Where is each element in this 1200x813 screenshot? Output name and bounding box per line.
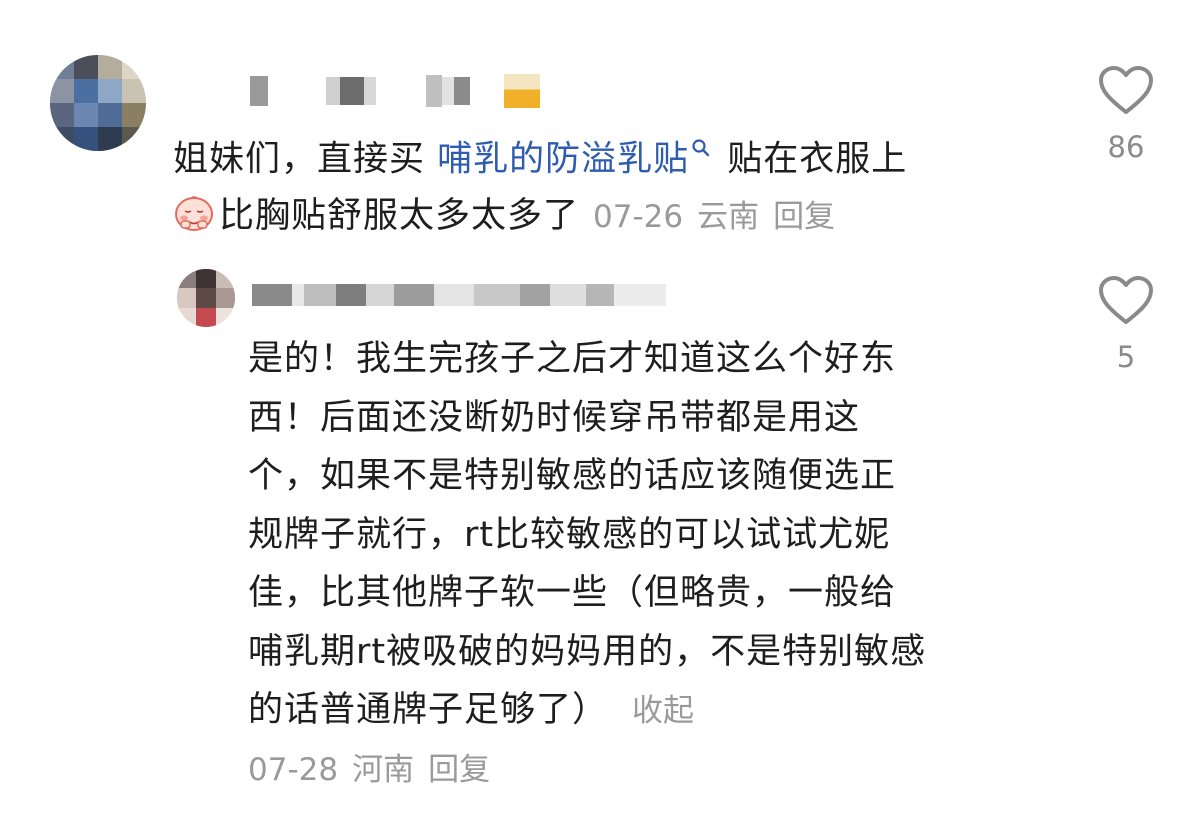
like-button[interactable]: 5 — [1096, 276, 1156, 374]
like-count: 86 — [1107, 130, 1145, 164]
reply-line: 是的！我生完孩子之后才知道这么个好东 — [248, 339, 897, 379]
avatar[interactable] — [177, 269, 235, 327]
reply-location: 河南 — [352, 752, 415, 788]
search-icon[interactable] — [691, 124, 711, 180]
reply-date: 07-28 — [248, 752, 339, 788]
comment-body: 姐妹们，直接买 哺乳的防溢乳贴 贴在衣服上 比胸贴舒服太多太多了 07-26 云南回… — [173, 124, 1053, 245]
reply-line: 的话普通牌子足够了） — [248, 690, 609, 730]
reply-line: 个，如果不是特别敏感的话应该随便选正 — [248, 456, 897, 496]
avatar[interactable] — [50, 55, 146, 151]
reply-line: 规牌子就行，rt比较敏感的可以试试尤妮 — [248, 514, 891, 555]
username-blurred[interactable] — [252, 284, 666, 306]
comment-location: 云南 — [697, 198, 760, 235]
reply-line: 佳，比其他牌子软一些（但略贵，一般给 — [248, 573, 897, 613]
reply-button[interactable]: 回复 — [773, 199, 835, 235]
comment-date: 07-26 — [593, 198, 684, 235]
reply-body: 是的！我生完孩子之后才知道这么个好东 西！后面还没断奶时候穿吊带都是用这 个，如… — [248, 330, 1038, 741]
search-link[interactable]: 哺乳的防溢乳贴 — [437, 140, 689, 180]
heart-outline-icon[interactable] — [1098, 66, 1154, 116]
comment-text-line2: 比胸贴舒服太多太多了 — [219, 195, 580, 236]
like-count: 5 — [1116, 340, 1136, 374]
reply-button[interactable]: 回复 — [428, 752, 490, 788]
comment-text-after-link: 贴在衣服上 — [715, 139, 908, 180]
shy-face-emoji-icon — [173, 191, 215, 233]
reply-line: 西！后面还没断奶时候穿吊带都是用这 — [248, 397, 861, 438]
collapse-button[interactable]: 收起 — [632, 693, 694, 729]
comment-text-prefix: 姐妹们，直接买 — [173, 139, 438, 180]
username-blurred[interactable] — [250, 74, 540, 108]
heart-outline-icon[interactable] — [1098, 276, 1154, 326]
reply-meta: 07-28 河南 回复 — [248, 744, 490, 789]
reply-line: 哺乳期rt被吸破的妈妈用的，不是特别敏感 — [248, 631, 927, 672]
reply-line-last: 的话普通牌子足够了） 收起 — [248, 681, 1038, 741]
like-button[interactable]: 86 — [1096, 66, 1156, 164]
